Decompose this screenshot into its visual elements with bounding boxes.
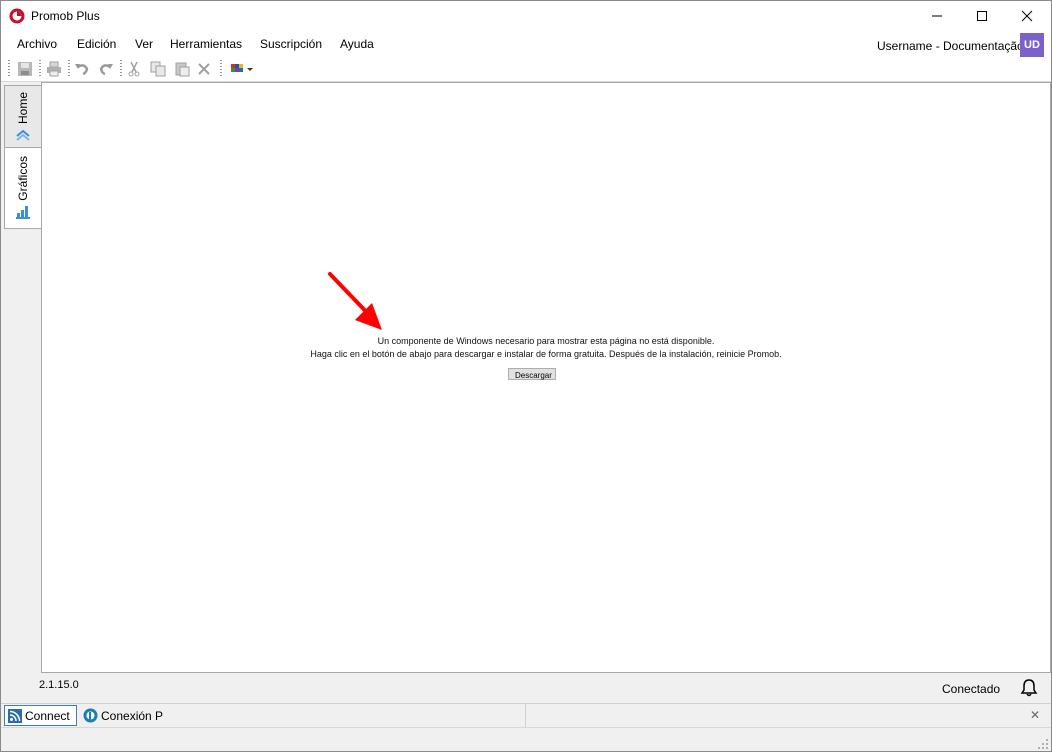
home-icon <box>16 129 30 141</box>
menu-bar: Archivo Edición Ver Herramientas Suscrip… <box>1 31 1051 57</box>
promob-logo-icon <box>9 8 25 24</box>
title-bar: Promob Plus <box>1 1 1051 31</box>
maximize-button[interactable] <box>959 1 1005 31</box>
tab-graficos-label: Gráficos <box>16 156 30 201</box>
tab-home-label: Home <box>16 92 30 125</box>
close-icon <box>1021 10 1033 22</box>
bottom-dock: Connect Conexión P ✕ <box>1 703 1051 727</box>
menu-ayuda[interactable]: Ayuda <box>340 37 374 51</box>
toolbar-grip[interactable] <box>8 60 10 78</box>
red-arrow-annotation <box>328 272 382 330</box>
divider <box>525 704 526 727</box>
toolbar-separator <box>68 60 70 78</box>
app-window: Promob Plus Archivo Edición Ver Herramie… <box>0 0 1052 752</box>
rss-icon <box>8 708 22 723</box>
maximize-icon <box>977 11 987 21</box>
status-bar <box>1 727 1051 751</box>
minimize-button[interactable] <box>914 1 960 31</box>
tab-home[interactable]: Home <box>4 85 43 149</box>
chart-icon <box>16 206 30 219</box>
menu-herramientas[interactable]: Herramientas <box>170 37 242 51</box>
toolbar-separator <box>39 60 41 78</box>
resize-grip-icon[interactable] <box>1037 738 1049 750</box>
redo-icon[interactable] <box>97 60 115 78</box>
tab-connect[interactable]: Connect <box>4 705 77 726</box>
connection-status: Conectado <box>942 682 1001 696</box>
tab-conexion[interactable]: Conexión P <box>83 706 163 725</box>
save-icon[interactable] <box>16 60 34 78</box>
bell-icon[interactable] <box>1019 678 1039 698</box>
close-button[interactable] <box>1004 1 1050 31</box>
avatar[interactable]: UD <box>1020 33 1044 57</box>
menu-edicion[interactable]: Edición <box>77 37 116 51</box>
tab-conexion-label: Conexión P <box>101 708 164 723</box>
menu-archivo[interactable]: Archivo <box>17 37 57 51</box>
content-panel: Un componente de Windows necesario para … <box>41 82 1051 673</box>
minimize-icon <box>932 15 942 17</box>
cut-icon[interactable] <box>125 60 143 78</box>
toolbar-separator <box>220 60 222 78</box>
user-name[interactable]: Username - Documentação <box>877 39 1024 53</box>
tab-graficos[interactable]: Gráficos <box>4 147 42 229</box>
color-palette-icon[interactable] <box>229 60 255 78</box>
toolbar <box>1 57 1051 82</box>
undo-icon[interactable] <box>73 60 91 78</box>
delete-icon[interactable] <box>195 60 213 78</box>
error-message-line1: Un componente de Windows necesario para … <box>377 336 715 346</box>
copy-icon[interactable] <box>149 60 167 78</box>
window-title: Promob Plus <box>31 9 100 23</box>
tab-connect-label: Connect <box>25 708 70 723</box>
toolbar-separator <box>120 60 122 78</box>
promob-connection-icon <box>83 708 98 723</box>
side-tab-bar: Home Gráficos <box>1 82 43 672</box>
close-icon[interactable]: ✕ <box>1030 708 1040 722</box>
version-label: 2.1.15.0 <box>39 679 79 691</box>
print-icon[interactable] <box>45 60 63 78</box>
paste-icon[interactable] <box>173 60 191 78</box>
download-button[interactable]: Descargar <box>508 368 556 380</box>
error-message-line2: Haga clic en el botón de abajo para desc… <box>310 349 782 359</box>
menu-suscripcion[interactable]: Suscripción <box>260 37 322 51</box>
menu-ver[interactable]: Ver <box>135 37 153 51</box>
